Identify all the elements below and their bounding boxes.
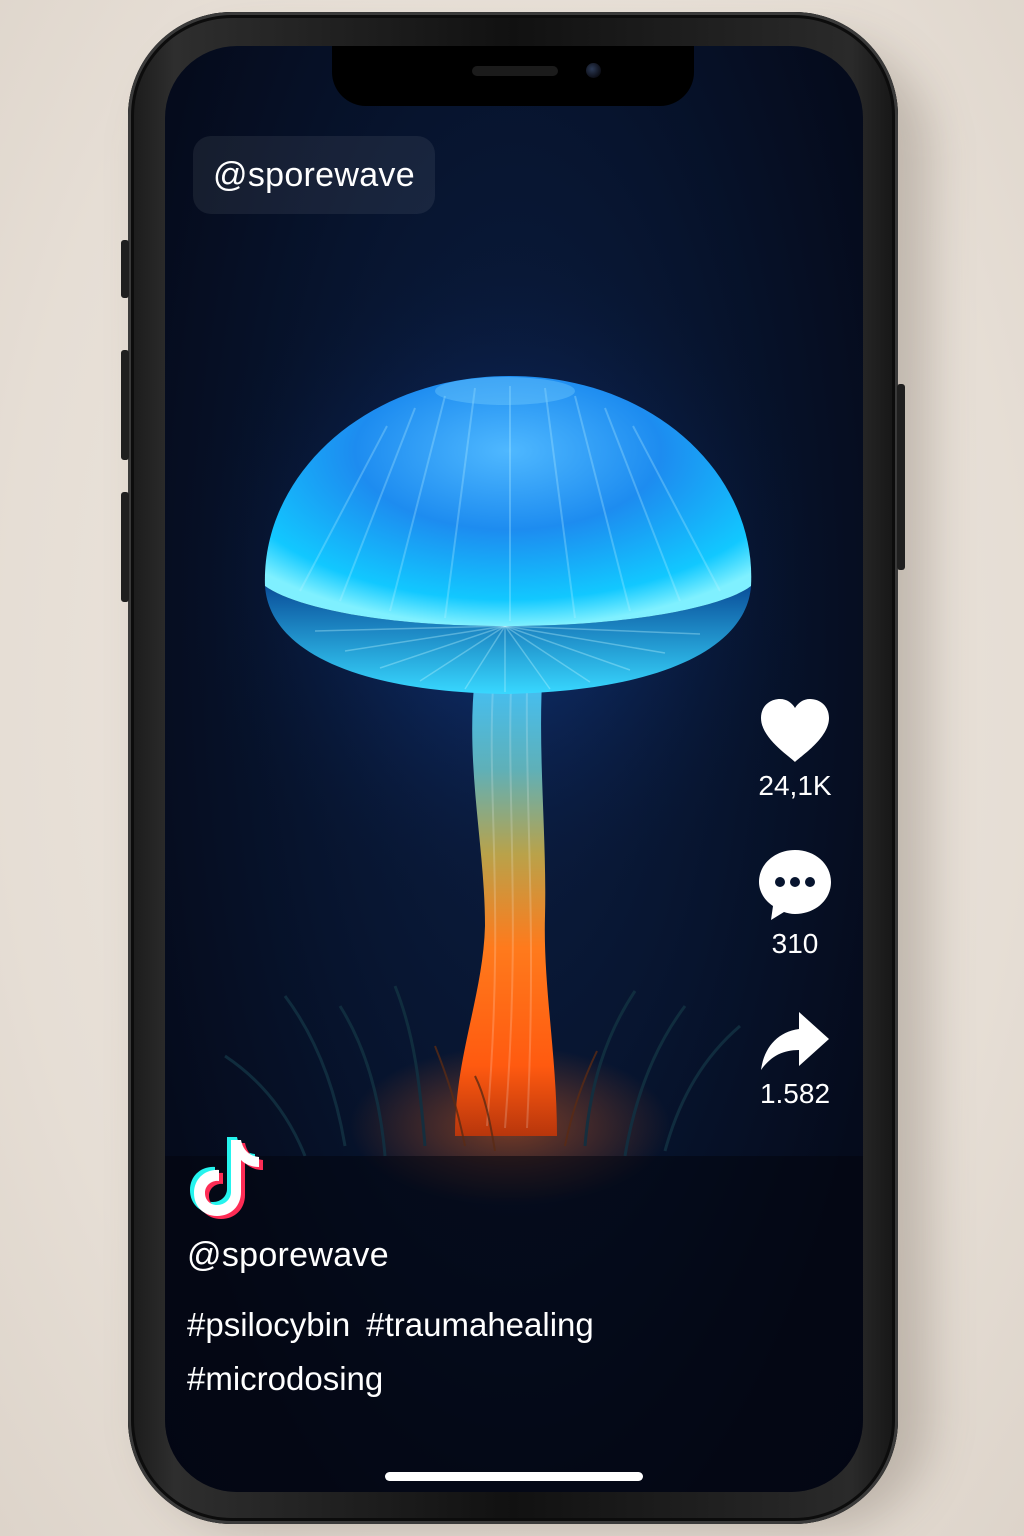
earpiece-speaker: [472, 66, 558, 76]
tiktok-logo-icon: [190, 1137, 263, 1219]
hashtag-list: #psilocybin #traumahealing#microdosing: [187, 1298, 707, 1406]
comment-button[interactable]: 310: [725, 848, 863, 960]
comment-bubble-icon[interactable]: [757, 848, 833, 922]
hashtag[interactable]: #microdosing: [187, 1352, 383, 1406]
like-count: 24,1K: [758, 770, 832, 801]
volume-up-button: [121, 350, 129, 460]
top-username[interactable]: @sporewave: [213, 156, 415, 195]
hashtag[interactable]: #traumahealing: [366, 1298, 594, 1352]
comment-count: 310: [771, 928, 819, 959]
like-button[interactable]: 24,1K: [725, 698, 863, 802]
volume-down-button: [121, 492, 129, 602]
phone-screen[interactable]: @sporewave 24,1K 310 1.582 @sporewave #p…: [165, 46, 863, 1492]
share-arrow-icon[interactable]: [759, 1010, 831, 1072]
power-button: [897, 384, 905, 570]
mute-switch: [121, 240, 129, 298]
share-button[interactable]: 1.582: [725, 1010, 863, 1110]
top-username-pill[interactable]: @sporewave: [193, 136, 435, 214]
front-camera: [586, 63, 601, 78]
heart-icon[interactable]: [759, 698, 831, 764]
home-indicator[interactable]: [385, 1472, 643, 1481]
hashtag[interactable]: #psilocybin: [187, 1298, 350, 1352]
share-count: 1.582: [759, 1078, 831, 1109]
post-username[interactable]: @sporewave: [187, 1236, 389, 1275]
notch: [332, 46, 694, 106]
